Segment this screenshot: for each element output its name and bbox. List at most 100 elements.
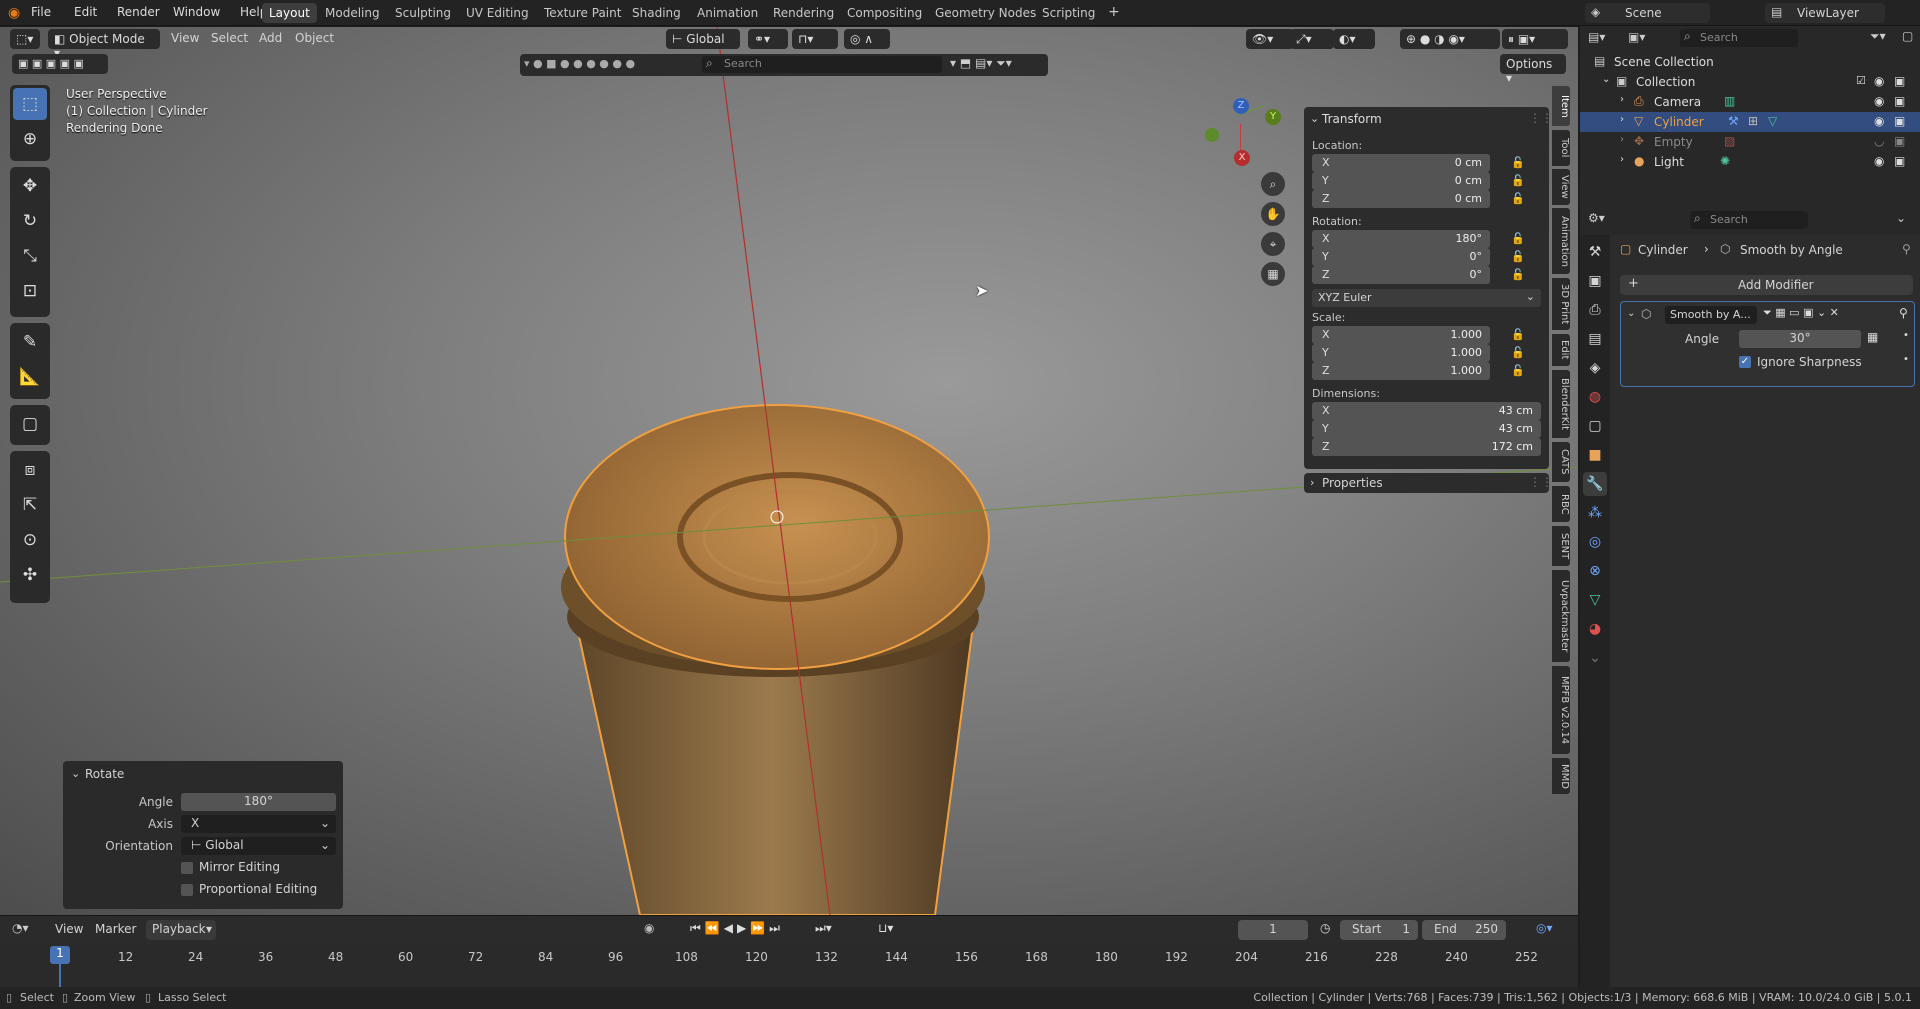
expand-chevron-icon[interactable]: › — [1620, 114, 1624, 125]
location-x-field[interactable]: X 0 cm — [1312, 154, 1490, 172]
playhead[interactable]: 1 — [50, 946, 70, 964]
pin-icon[interactable]: ⚲ — [1902, 242, 1911, 256]
menu-file[interactable]: File — [31, 5, 51, 19]
camera-view-icon[interactable]: ⌖ — [1261, 232, 1285, 256]
collapse-chevron-icon[interactable]: ⌄ — [1310, 112, 1319, 125]
object-tab-icon[interactable]: ■ — [1583, 443, 1607, 467]
measure-tool[interactable]: 📐 — [13, 361, 47, 393]
lock-icon[interactable]: 🔓 — [1511, 268, 1525, 281]
render-camera-icon[interactable]: ▣ — [1894, 74, 1905, 88]
tab-animation-sidebar[interactable]: Animation — [1552, 208, 1570, 274]
outliner-search-input[interactable]: ⌕ Search — [1680, 29, 1798, 47]
location-y-field[interactable]: Y 0 cm — [1312, 172, 1490, 190]
tab-layout[interactable]: Layout — [262, 3, 317, 23]
rotation-z-field[interactable]: Z 0° — [1312, 266, 1490, 284]
orientation-dropdown[interactable]: ⊢ Global — [666, 29, 740, 49]
angle-field[interactable]: 30° — [1739, 330, 1861, 348]
visibility-dropdown[interactable]: 👁▾ — [1246, 29, 1294, 49]
lock-icon[interactable]: 🔓 — [1511, 232, 1525, 245]
shading-buttons[interactable]: ⊕ ● ◑ ◉▾ — [1400, 29, 1500, 49]
select-box-tool[interactable]: ⬚ — [13, 88, 47, 120]
expand-chevron-icon[interactable]: › — [1620, 154, 1624, 165]
tab-item[interactable]: Item — [1552, 86, 1570, 126]
tab-sent[interactable]: SENT — [1552, 526, 1570, 566]
collapse-chevron-icon[interactable]: ⌄ — [1627, 308, 1635, 319]
blender-logo-icon[interactable]: ◉ — [8, 5, 20, 21]
tab-uv-editing[interactable]: UV Editing — [459, 3, 536, 23]
orientation-field[interactable]: ⊢ Global ⌄ — [181, 837, 336, 855]
tab-rendering[interactable]: Rendering — [766, 3, 841, 23]
transform-panel-title[interactable]: Transform — [1322, 112, 1382, 126]
location-z-field[interactable]: Z 0 cm — [1312, 190, 1490, 208]
scale-y-field[interactable]: Y 1.000 — [1312, 344, 1490, 362]
angle-field[interactable]: 180° — [181, 793, 336, 811]
eye-icon[interactable]: ◉ — [1874, 74, 1884, 88]
gizmo-toggle[interactable]: ⤢▾ — [1290, 29, 1334, 49]
extra-tool-1[interactable]: ⧈ — [13, 454, 47, 486]
gizmo-x-axis[interactable]: X — [1234, 150, 1250, 166]
add-workspace-button[interactable]: + — [1101, 3, 1127, 23]
material-tab-icon[interactable]: ◕ — [1583, 617, 1607, 641]
outliner-row-cylinder[interactable]: › ▽ Cylinder ⚒ ⊞ ▽ ◉ ▣ — [1580, 112, 1920, 132]
expand-chevron-icon[interactable]: › — [1620, 94, 1624, 105]
ignore-sharpness-checkbox[interactable]: ✓ — [1739, 356, 1751, 368]
dimension-x-field[interactable]: X 43 cm — [1312, 402, 1541, 420]
rotation-mode-dropdown[interactable]: XYZ Euler ⌄ — [1312, 289, 1541, 307]
tab-rbc[interactable]: RBC — [1552, 486, 1570, 522]
tab-view[interactable]: View — [1552, 169, 1570, 205]
tab-sculpting[interactable]: Sculpting — [388, 3, 458, 23]
tab-modeling[interactable]: Modeling — [318, 3, 387, 23]
keyframe-dot-icon[interactable]: • — [1903, 330, 1909, 341]
viewport-search-input[interactable]: ⌕ Search — [702, 56, 942, 73]
proportional-toggle[interactable]: ◎ ∧ — [844, 29, 890, 49]
rotation-y-field[interactable]: Y 0° — [1312, 248, 1490, 266]
mode-dropdown[interactable]: ◧ Object Mode ▾ — [48, 29, 160, 60]
pan-hand-icon[interactable]: ✋ — [1261, 202, 1285, 226]
expand-chevron-icon[interactable]: › — [1620, 134, 1624, 145]
record-icon[interactable]: ◉ — [644, 921, 654, 935]
tool-tab-icon[interactable]: ⚒ — [1583, 240, 1607, 264]
pin-icon[interactable]: ⚲ — [1899, 306, 1908, 320]
world-tab-icon[interactable]: ◍ — [1583, 385, 1607, 409]
menu-render[interactable]: Render — [117, 5, 160, 19]
tl-menu-marker[interactable]: Marker — [95, 922, 136, 936]
properties-editor-icon[interactable]: ⚙▾ — [1588, 211, 1605, 225]
filter-icon[interactable]: ⏷▾ — [1870, 29, 1886, 44]
outliner-row-empty[interactable]: › ✥ Empty ▨ ◡ ▣ — [1580, 132, 1920, 152]
tab-compositing[interactable]: Compositing — [840, 3, 929, 23]
lock-icon[interactable]: 🔓 — [1511, 328, 1525, 341]
cursor-tool[interactable]: ⊕ — [13, 123, 47, 155]
outliner-row-camera[interactable]: › ⎙ Camera ▥ ◉ ▣ — [1580, 92, 1920, 112]
display-mode-icon[interactable]: ▣▾ — [1628, 30, 1645, 44]
eye-closed-icon[interactable]: ◡ — [1874, 134, 1884, 148]
tab-animation[interactable]: Animation — [690, 3, 765, 23]
add-cube-tool[interactable]: ▢ — [13, 408, 47, 440]
scene-tab-icon[interactable]: ◈ — [1583, 356, 1607, 380]
tab-mmd[interactable]: MMD — [1552, 758, 1570, 794]
options-dropdown[interactable]: Options ▾ — [1500, 54, 1566, 85]
timeline-editor-icon[interactable]: ◔▾ — [12, 921, 29, 935]
add-modifier-button[interactable]: + Add Modifier — [1620, 275, 1913, 295]
tab-cats[interactable]: CATS — [1552, 442, 1570, 482]
start-frame-field[interactable]: Start 1 — [1340, 920, 1418, 940]
mirror-editing-checkbox[interactable] — [181, 862, 193, 874]
menu-window[interactable]: Window — [173, 5, 220, 19]
navigation-gizmo[interactable]: Z Y X — [1205, 92, 1285, 182]
dimension-z-field[interactable]: Z 172 cm — [1312, 438, 1541, 456]
sync-icon[interactable]: ◎▾ — [1536, 921, 1553, 935]
scale-tool[interactable]: ⤡ — [13, 240, 47, 272]
extra-tool-3[interactable]: ⊙ — [13, 524, 47, 556]
chevron-down-icon[interactable]: ⌄ — [1896, 211, 1906, 225]
modifier-tab-icon[interactable]: 🔧 — [1583, 472, 1607, 496]
keyframe-dot-icon[interactable]: • — [1903, 354, 1909, 365]
view-layer-tab-icon[interactable]: ▤ — [1583, 327, 1607, 351]
sidebar-toggles[interactable]: ⏸ ▣▾ — [1502, 29, 1568, 49]
gizmo-y-axis[interactable]: Y — [1265, 109, 1281, 125]
gizmo-z-axis[interactable]: Z — [1233, 98, 1249, 114]
tab-uvpackmaster[interactable]: Uvpackmaster — [1552, 570, 1570, 662]
clock-icon[interactable]: ◷ — [1320, 921, 1330, 935]
tab-shading[interactable]: Shading — [625, 3, 688, 23]
annotate-tool[interactable]: ✎ — [13, 326, 47, 358]
tab-blenderkit[interactable]: BlenderKit — [1552, 370, 1570, 438]
filter-icons[interactable]: ▾ ● ■ ● ● ● ● ● ● — [524, 57, 635, 70]
